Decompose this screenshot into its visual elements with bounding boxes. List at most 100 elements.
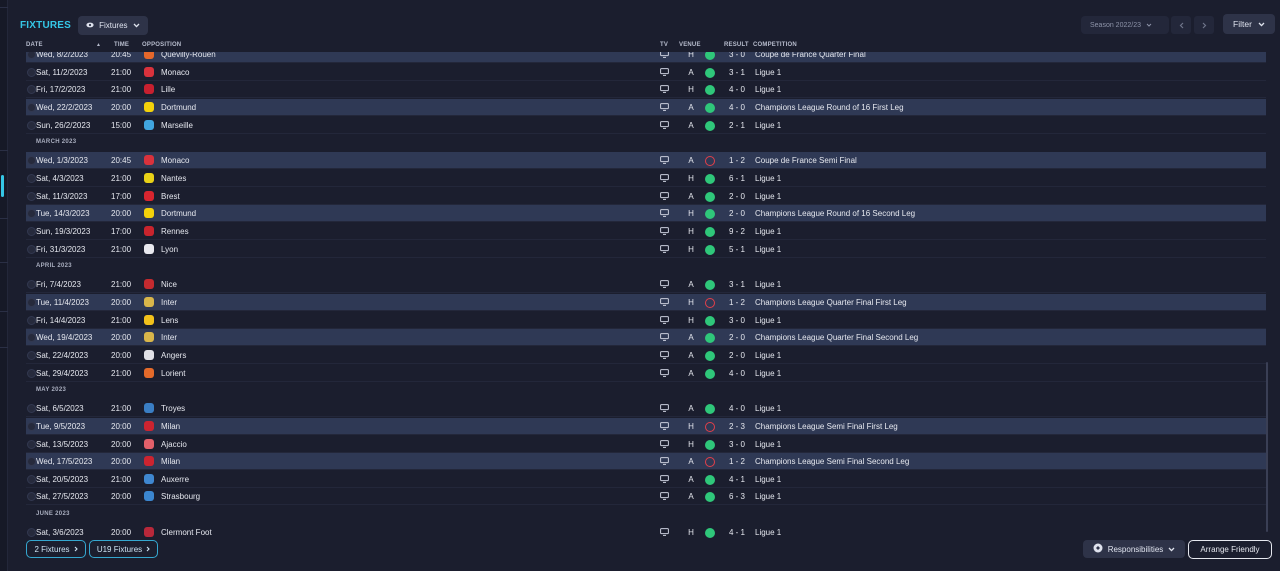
- fixture-score[interactable]: 4 - 1: [726, 475, 748, 484]
- fixture-select-circle[interactable]: [27, 245, 36, 254]
- arrange-friendly-button[interactable]: Arrange Friendly: [1188, 540, 1272, 559]
- fixture-score[interactable]: 2 - 3: [726, 422, 748, 431]
- fixture-select-circle[interactable]: [27, 316, 36, 325]
- col-competition[interactable]: COMPETITION: [753, 42, 797, 48]
- fixture-competition[interactable]: Ligue 1: [755, 528, 781, 537]
- fixture-row[interactable]: Sat, 11/3/2023 17:00 Brest A 2 - 0 Ligue 1: [26, 188, 1266, 205]
- fixture-competition[interactable]: Ligue 1: [755, 85, 781, 94]
- u19-fixtures-button[interactable]: U19 Fixtures: [89, 540, 158, 558]
- fixture-row[interactable]: Fri, 31/3/2023 21:00 Lyon H 5 - 1 Ligue 1: [26, 241, 1266, 258]
- opposition-name[interactable]: Monaco: [161, 68, 189, 77]
- fixture-competition[interactable]: Champions League Semi Final Second Leg: [755, 457, 909, 466]
- fixture-row[interactable]: Sat, 11/2/2023 21:00 Monaco A 3 - 1 Ligue 1: [26, 64, 1266, 81]
- fixture-competition[interactable]: Champions League Semi Final First Leg: [755, 422, 898, 431]
- fixture-score[interactable]: 3 - 0: [726, 440, 748, 449]
- fixture-row[interactable]: Sat, 13/5/2023 20:00 Ajaccio H 3 - 0 Ligue 1: [26, 436, 1266, 453]
- fixture-select-circle[interactable]: [27, 351, 36, 360]
- fixture-select-circle[interactable]: [27, 404, 36, 413]
- fixture-row[interactable]: Wed, 17/5/2023 20:00 Milan A 1 - 2 Champions …: [26, 453, 1266, 470]
- fixture-select-circle[interactable]: [27, 156, 36, 165]
- fixture-competition[interactable]: Ligue 1: [755, 227, 781, 236]
- fixture-competition[interactable]: Ligue 1: [755, 316, 781, 325]
- opposition-name[interactable]: Inter: [161, 333, 177, 342]
- opposition-name[interactable]: Lorient: [161, 369, 185, 378]
- fixture-competition[interactable]: Champions League Round of 16 Second Leg: [755, 209, 915, 218]
- opposition-name[interactable]: Angers: [161, 351, 186, 360]
- fixture-select-circle[interactable]: [27, 68, 36, 77]
- opposition-name[interactable]: Auxerre: [161, 475, 189, 484]
- fixture-score[interactable]: 4 - 1: [726, 528, 748, 537]
- fixture-score[interactable]: 4 - 0: [726, 85, 748, 94]
- fixture-competition[interactable]: Ligue 1: [755, 245, 781, 254]
- fixture-competition[interactable]: Ligue 1: [755, 174, 781, 183]
- fixture-row[interactable]: Fri, 7/4/2023 21:00 Nice A 3 - 1 Ligue 1: [26, 276, 1266, 293]
- fixture-score[interactable]: 3 - 0: [726, 52, 748, 59]
- fixture-competition[interactable]: Ligue 1: [755, 280, 781, 289]
- fixture-score[interactable]: 2 - 0: [726, 209, 748, 218]
- fixture-competition[interactable]: Champions League Round of 16 First Leg: [755, 103, 904, 112]
- fixture-select-circle[interactable]: [27, 280, 36, 289]
- fixture-row[interactable]: Wed, 8/2/2023 20:45 Quevilly-Rouen H 3 - 0 Co…: [26, 52, 1266, 63]
- fixture-competition[interactable]: Ligue 1: [755, 404, 781, 413]
- opposition-name[interactable]: Ajaccio: [161, 440, 187, 449]
- opposition-name[interactable]: Monaco: [161, 156, 189, 165]
- fixture-competition[interactable]: Ligue 1: [755, 369, 781, 378]
- fixture-row[interactable]: Sun, 19/3/2023 17:00 Rennes H 9 - 2 Ligue 1: [26, 223, 1266, 240]
- opposition-name[interactable]: Brest: [161, 192, 180, 201]
- fixture-score[interactable]: 4 - 0: [726, 369, 748, 378]
- opposition-name[interactable]: Rennes: [161, 227, 189, 236]
- fixture-select-circle[interactable]: [27, 440, 36, 449]
- fixture-score[interactable]: 3 - 1: [726, 68, 748, 77]
- opposition-name[interactable]: Milan: [161, 422, 180, 431]
- view-dropdown[interactable]: Fixtures: [78, 15, 148, 35]
- fixture-score[interactable]: 2 - 1: [726, 121, 748, 130]
- fixture-select-circle[interactable]: [27, 103, 36, 112]
- fixture-competition[interactable]: Champions League Quarter Final Second Le…: [755, 333, 918, 342]
- fixture-row[interactable]: Fri, 17/2/2023 21:00 Lille H 4 - 0 Ligue 1: [26, 81, 1266, 98]
- opposition-name[interactable]: Quevilly-Rouen: [161, 52, 216, 59]
- fixture-select-circle[interactable]: [27, 457, 36, 466]
- fixture-competition[interactable]: Ligue 1: [755, 192, 781, 201]
- opposition-name[interactable]: Troyes: [161, 404, 185, 413]
- filter-button[interactable]: Filter: [1223, 14, 1275, 34]
- fixture-select-circle[interactable]: [27, 209, 36, 218]
- fixture-select-circle[interactable]: [27, 192, 36, 201]
- fixture-score[interactable]: 3 - 0: [726, 316, 748, 325]
- opposition-name[interactable]: Inter: [161, 298, 177, 307]
- opposition-name[interactable]: Dortmund: [161, 209, 196, 218]
- fixture-score[interactable]: 4 - 0: [726, 103, 748, 112]
- fixture-row[interactable]: Wed, 19/4/2023 20:00 Inter A 2 - 0 Champions …: [26, 329, 1266, 346]
- fixture-row[interactable]: Wed, 1/3/2023 20:45 Monaco A 1 - 2 Coupe de F…: [26, 152, 1266, 169]
- opposition-name[interactable]: Lyon: [161, 245, 178, 254]
- col-time[interactable]: TIME: [114, 42, 129, 48]
- fixture-competition[interactable]: Coupe de France Semi Final: [755, 156, 857, 165]
- responsibilities-button[interactable]: Responsibilities: [1083, 540, 1185, 558]
- fixture-select-circle[interactable]: [27, 174, 36, 183]
- fixture-select-circle[interactable]: [27, 333, 36, 342]
- fixture-row[interactable]: Sun, 26/2/2023 15:00 Marseille A 2 - 1 Ligue …: [26, 117, 1266, 134]
- previous-season-button[interactable]: [1171, 16, 1191, 34]
- opposition-name[interactable]: Lens: [161, 316, 178, 325]
- fixture-score[interactable]: 1 - 2: [726, 298, 748, 307]
- fixture-row[interactable]: Wed, 22/2/2023 20:00 Dortmund A 4 - 0 Champio…: [26, 99, 1266, 116]
- fixture-score[interactable]: 4 - 0: [726, 404, 748, 413]
- fixture-select-circle[interactable]: [27, 528, 36, 537]
- fixture-score[interactable]: 9 - 2: [726, 227, 748, 236]
- fixture-row[interactable]: Sat, 22/4/2023 20:00 Angers A 2 - 0 Ligue 1: [26, 347, 1266, 364]
- opposition-name[interactable]: Nantes: [161, 174, 186, 183]
- fixture-select-circle[interactable]: [27, 369, 36, 378]
- col-opposition[interactable]: OPPOSITION: [142, 42, 181, 48]
- fixture-row[interactable]: Sat, 20/5/2023 21:00 Auxerre A 4 - 1 Ligue 1: [26, 471, 1266, 488]
- fixture-score[interactable]: 1 - 2: [726, 457, 748, 466]
- fixture-score[interactable]: 2 - 0: [726, 192, 748, 201]
- fixture-competition[interactable]: Ligue 1: [755, 475, 781, 484]
- col-date[interactable]: DATE: [26, 42, 43, 48]
- fixture-row[interactable]: Sat, 29/4/2023 21:00 Lorient A 4 - 0 Ligue 1: [26, 365, 1266, 382]
- fixture-competition[interactable]: Ligue 1: [755, 121, 781, 130]
- fixture-row[interactable]: Tue, 11/4/2023 20:00 Inter H 1 - 2 Champions …: [26, 294, 1266, 311]
- fixture-select-circle[interactable]: [27, 227, 36, 236]
- fixture-row[interactable]: Tue, 9/5/2023 20:00 Milan H 2 - 3 Champions L…: [26, 418, 1266, 435]
- fixture-score[interactable]: 6 - 1: [726, 174, 748, 183]
- fixture-select-circle[interactable]: [27, 422, 36, 431]
- opposition-name[interactable]: Marseille: [161, 121, 193, 130]
